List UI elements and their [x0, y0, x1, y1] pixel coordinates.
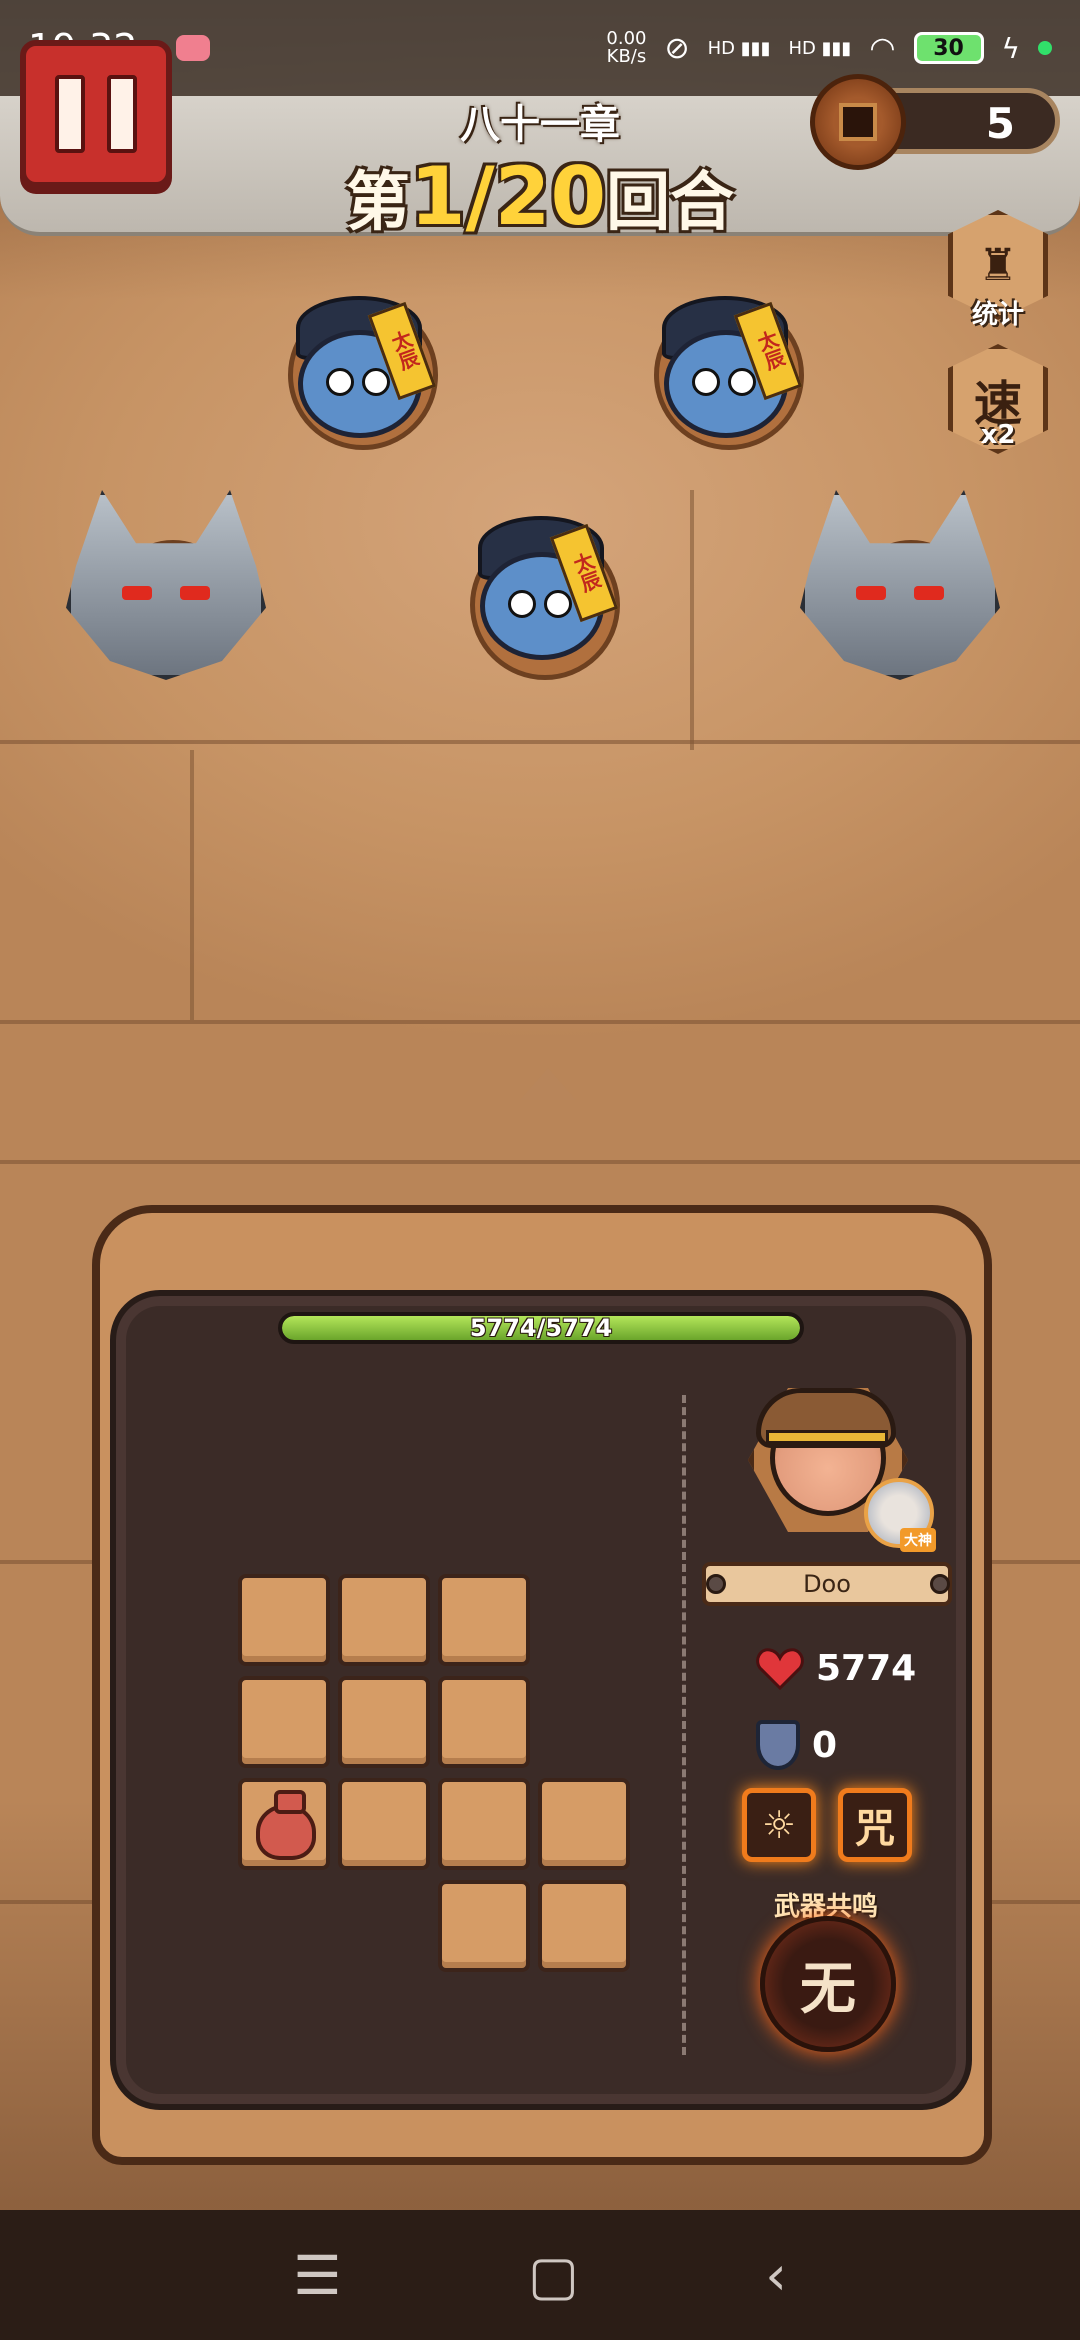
charging-icon: ϟ: [1001, 31, 1020, 65]
hero-headband: [766, 1430, 888, 1444]
panel-divider: [682, 1395, 686, 2055]
signal-icon: HD ▮▮▮: [788, 37, 852, 59]
inventory-slot[interactable]: [438, 1880, 530, 1972]
status-icons: 0.00 KB/s ⊘ HD ▮▮▮ HD ▮▮▮ ◠ 30 ϟ: [606, 30, 1052, 66]
inventory-slot[interactable]: [338, 1778, 430, 1870]
skill-curse-icon[interactable]: 咒: [838, 1788, 912, 1862]
signal-icon: HD ▮▮▮: [707, 37, 771, 59]
stats-label: 统计: [971, 300, 1024, 330]
weapon-resonance-button[interactable]: 无: [760, 1916, 896, 2052]
hero-name-plate: Doo: [702, 1562, 952, 1606]
inventory-slot[interactable]: [538, 1778, 630, 1870]
wifi-icon: ◠: [869, 30, 896, 66]
inventory-slot[interactable]: [338, 1676, 430, 1768]
coin-icon: [810, 74, 906, 170]
back-icon[interactable]: ‹: [765, 2244, 787, 2307]
heart-icon: [756, 1648, 804, 1690]
home-icon[interactable]: ▢: [528, 2244, 579, 2307]
inventory-slot[interactable]: [238, 1778, 330, 1870]
bolt-icon: [706, 1574, 726, 1594]
stats-icon: ♜: [978, 239, 1018, 291]
inventory-slot[interactable]: [438, 1676, 530, 1768]
inventory-slot[interactable]: [438, 1574, 530, 1666]
inventory-slot[interactable]: [238, 1574, 330, 1666]
health-value: 5774: [816, 1647, 917, 1689]
mute-icon: ⊘: [664, 30, 690, 66]
coin-value: 5: [985, 99, 1015, 148]
message-notification-icon: [176, 35, 210, 61]
weapon-resonance-value: 无: [800, 1956, 856, 2022]
hp-text: 5774/5774: [469, 1314, 613, 1342]
shield-icon: [756, 1720, 800, 1770]
inventory-slot[interactable]: [538, 1880, 630, 1972]
inventory-slot[interactable]: [438, 1778, 530, 1870]
menu-icon[interactable]: ☰: [293, 2244, 341, 2307]
status-dot: [1038, 41, 1052, 55]
bolt-icon: [930, 1574, 950, 1594]
expand-arrow-icon[interactable]: [520, 1068, 576, 1100]
health-stat: 5774: [756, 1646, 916, 1690]
partner-tag: 大神: [900, 1528, 936, 1552]
network-speed: 0.00 KB/s: [606, 28, 647, 67]
armor-value: 0: [812, 1724, 838, 1766]
money-bag-icon: [256, 1790, 316, 1860]
skill-monkey-icon[interactable]: ☼: [742, 1788, 816, 1862]
inventory-slot[interactable]: [238, 1676, 330, 1768]
armor-stat: 0: [756, 1720, 837, 1770]
system-nav-bar: ☰ ▢ ‹: [0, 2210, 1080, 2340]
inventory-slot[interactable]: [338, 1574, 430, 1666]
speed-label: x2: [980, 420, 1016, 450]
round-counter: 第1/20回合: [345, 150, 735, 243]
battery-icon: 30: [913, 32, 984, 64]
